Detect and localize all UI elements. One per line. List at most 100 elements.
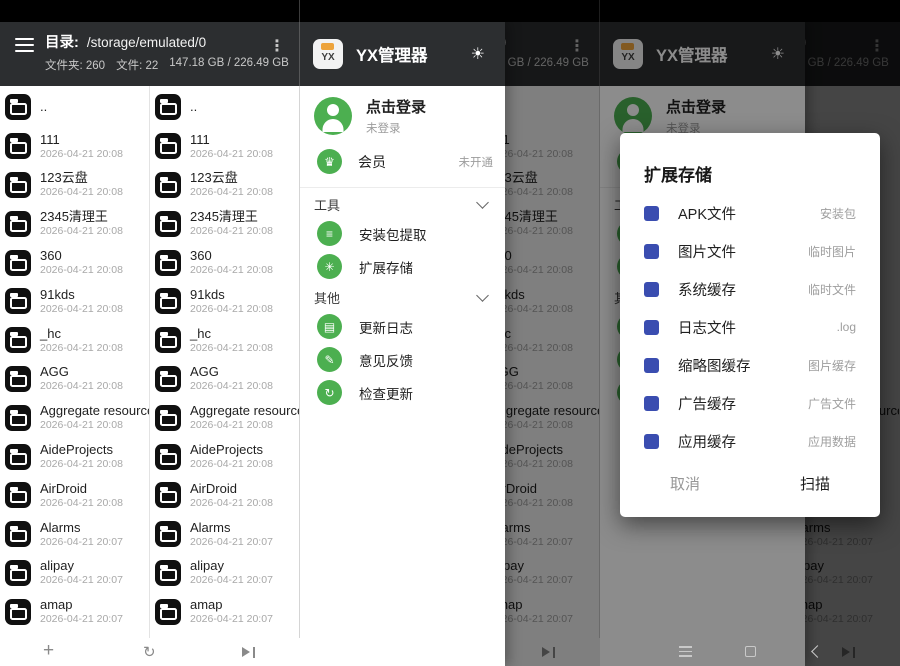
dialog-item[interactable]: 日志文件 .log [644, 308, 856, 346]
file-date: 2026-04-21 20:07 [40, 536, 123, 549]
file-row[interactable]: 360 2026-04-21 20:08 [0, 243, 149, 282]
dialog-item[interactable]: 应用缓存 应用数据 [644, 422, 856, 460]
checkbox-checked-icon[interactable] [644, 244, 659, 259]
section-others[interactable]: 其他 [300, 283, 505, 310]
dialog-item[interactable]: APK文件 安装包 [644, 194, 856, 232]
folder-icon [155, 133, 181, 159]
file-date: 2026-04-21 20:08 [190, 225, 273, 238]
file-row[interactable]: 123云盘 2026-04-21 20:08 [150, 166, 299, 205]
file-row[interactable]: Alarms 2026-04-21 20:07 [150, 515, 299, 554]
login-row[interactable]: 点击登录 未登录 [300, 86, 505, 142]
changelog-icon: ▤ [317, 314, 342, 339]
file-row[interactable]: _hc 2026-04-21 20:08 [0, 321, 149, 360]
folder-icon [155, 327, 181, 353]
drawer-item[interactable]: ✳ 扩展存储 [300, 250, 505, 283]
folder-icon [155, 405, 181, 431]
checkbox-checked-icon[interactable] [644, 396, 659, 411]
hamburger-menu-icon[interactable] [15, 38, 34, 86]
file-date: 2026-04-21 20:08 [190, 497, 273, 510]
file-date: 2026-04-21 20:07 [190, 613, 273, 626]
file-date: 2026-04-21 20:08 [190, 264, 273, 277]
file-row[interactable]: AideProjects 2026-04-21 20:08 [150, 437, 299, 476]
file-row[interactable]: AirDroid 2026-04-21 20:08 [0, 476, 149, 515]
extend-storage-dialog: 扩展存储 APK文件 安装包 图片文件 临时图片 系统缓存 临时文件 日志文件 … [620, 133, 880, 517]
file-row[interactable]: alipay 2026-04-21 20:07 [150, 554, 299, 593]
file-name: Aggregate resources [40, 403, 149, 419]
menu-icon[interactable] [679, 646, 692, 657]
file-row[interactable]: _hc 2026-04-21 20:08 [150, 321, 299, 360]
drawer-item[interactable]: ↻ 检查更新 [300, 376, 505, 409]
file-date: 2026-04-21 20:08 [40, 419, 149, 432]
file-row[interactable]: AideProjects 2026-04-21 20:08 [0, 437, 149, 476]
file-name: 360 [40, 248, 123, 264]
login-subtitle: 未登录 [366, 120, 426, 136]
checkbox-checked-icon[interactable] [644, 282, 659, 297]
section-tools-items: ≡ 安装包提取 ✳ 扩展存储 [300, 217, 505, 283]
chevron-down-icon [476, 289, 489, 302]
file-date: 2026-04-21 20:08 [40, 225, 123, 238]
vip-row[interactable]: ♛ 会员 未开通 [300, 142, 505, 181]
refresh-icon[interactable]: ↻ [143, 643, 156, 661]
directory-label: 目录: [45, 31, 79, 52]
skip-next-icon[interactable] [242, 647, 255, 658]
section-tools[interactable]: 工具 [300, 190, 505, 217]
file-row[interactable]: 111 2026-04-21 20:08 [150, 127, 299, 166]
file-row[interactable]: AirDroid 2026-04-21 20:08 [150, 476, 299, 515]
file-row[interactable]: amap 2026-04-21 20:07 [0, 592, 149, 631]
dialog-item[interactable]: 系统缓存 临时文件 [644, 270, 856, 308]
file-name: 123云盘 [190, 170, 273, 186]
drawer-item[interactable]: ▤ 更新日志 [300, 310, 505, 343]
file-row[interactable]: amap 2026-04-21 20:07 [150, 592, 299, 631]
file-name: .. [190, 99, 197, 115]
checkbox-checked-icon[interactable] [644, 320, 659, 335]
kebab-menu-icon[interactable]: ⋮ [266, 36, 288, 86]
cancel-button[interactable]: 取消 [620, 473, 750, 494]
drawer-item[interactable]: ≡ 安装包提取 [300, 217, 505, 250]
drawer-item[interactable]: ✎ 意见反馈 [300, 343, 505, 376]
drawer-scrim[interactable] [505, 0, 600, 666]
file-row[interactable]: AGG 2026-04-21 20:08 [150, 360, 299, 399]
file-row[interactable]: 91kds 2026-04-21 20:08 [150, 282, 299, 321]
folder-icon [5, 444, 31, 470]
file-date: 2026-04-21 20:08 [40, 458, 123, 471]
file-date: 2026-04-21 20:08 [40, 497, 123, 510]
checkbox-checked-icon[interactable] [644, 434, 659, 449]
scan-button[interactable]: 扫描 [750, 473, 880, 494]
file-list: .. 111 2026-04-21 20:08 123云盘 2026-04-21… [0, 86, 300, 666]
dialog-item[interactable]: 图片文件 临时图片 [644, 232, 856, 270]
dialog-item[interactable]: 广告缓存 广告文件 [644, 384, 856, 422]
folder-icon [5, 288, 31, 314]
file-row[interactable]: 111 2026-04-21 20:08 [0, 127, 149, 166]
dialog-item[interactable]: 缩略图缓存 图片缓存 [644, 346, 856, 384]
folder-icon [155, 482, 181, 508]
file-row[interactable]: 2345清理王 2026-04-21 20:08 [0, 204, 149, 243]
home-icon[interactable] [745, 646, 756, 657]
theme-sun-icon[interactable]: ☀ [471, 44, 485, 64]
add-icon[interactable]: + [43, 640, 54, 662]
file-name: 91kds [190, 287, 273, 303]
file-row[interactable]: Aggregate resources 2026-04-21 20:08 [150, 398, 299, 437]
file-date: 2026-04-21 20:08 [190, 342, 273, 355]
folder-icon [155, 94, 181, 120]
folder-icon [5, 250, 31, 276]
file-row[interactable]: AGG 2026-04-21 20:08 [0, 360, 149, 399]
file-row[interactable]: 360 2026-04-21 20:08 [150, 243, 299, 282]
checkbox-checked-icon[interactable] [644, 206, 659, 221]
file-row[interactable]: 123云盘 2026-04-21 20:08 [0, 166, 149, 205]
file-date: 2026-04-21 20:08 [40, 186, 123, 199]
file-date: 2026-04-21 20:08 [40, 264, 123, 277]
back-icon[interactable] [811, 645, 824, 658]
login-title: 点击登录 [366, 96, 426, 117]
file-name: amap [190, 597, 273, 613]
file-row[interactable]: Aggregate resources 2026-04-21 20:08 [0, 398, 149, 437]
file-date: 2026-04-21 20:08 [40, 380, 123, 393]
file-row[interactable]: alipay 2026-04-21 20:07 [0, 554, 149, 593]
file-name: _hc [40, 326, 123, 342]
checkbox-checked-icon[interactable] [644, 358, 659, 373]
file-row[interactable]: 2345清理王 2026-04-21 20:08 [150, 204, 299, 243]
file-row[interactable]: .. [150, 88, 299, 127]
file-name: AirDroid [40, 481, 123, 497]
file-row[interactable]: Alarms 2026-04-21 20:07 [0, 515, 149, 554]
file-row[interactable]: .. [0, 88, 149, 127]
file-row[interactable]: 91kds 2026-04-21 20:08 [0, 282, 149, 321]
